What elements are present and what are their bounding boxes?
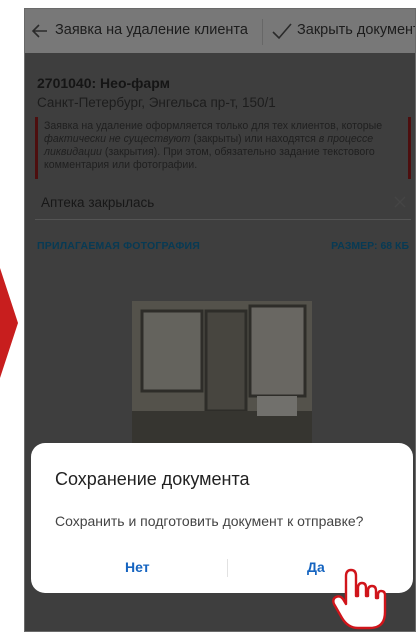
phone-screen: Заявка на удаление клиента Закрыть докум… [24,8,416,632]
yes-button[interactable]: Да [307,559,325,575]
dialog-title: Сохранение документа [55,469,250,489]
no-button[interactable]: Нет [125,559,150,575]
button-divider [227,559,228,577]
dialog-message: Сохранить и подготовить документ к отпра… [55,513,364,529]
red-arrow-indicator [0,268,18,378]
pointing-hand-icon [332,568,387,630]
